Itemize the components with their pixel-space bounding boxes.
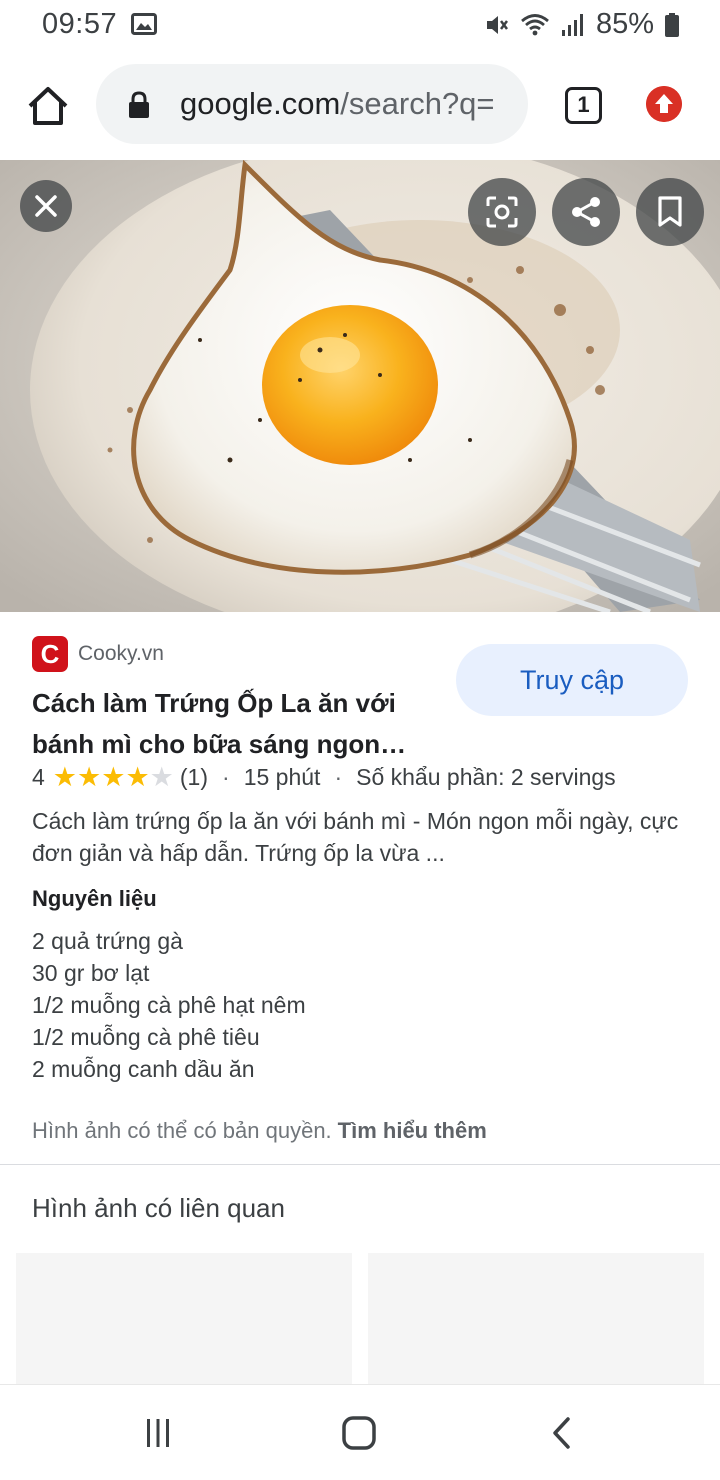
bookmark-icon xyxy=(658,196,682,227)
ingredient-item: 1/2 muỗng cà phê tiêu xyxy=(32,1024,260,1050)
url-text: google.com/search?q= xyxy=(180,86,495,122)
copyright-notice: Hình ảnh có thể có bản quyền. Tìm hiểu th… xyxy=(32,1118,487,1144)
ingredient-item: 30 gr bơ lạt xyxy=(32,960,150,986)
cook-time: 15 phút xyxy=(243,764,321,790)
lens-icon xyxy=(486,196,518,228)
separator: · xyxy=(222,764,230,790)
copyright-text: Hình ảnh có thể có bản quyền. xyxy=(32,1118,332,1143)
ingredients-list: 2 quả trứng gà 30 gr bơ lạt 1/2 muỗng cà… xyxy=(32,925,306,1085)
recipe-meta: 4 ★ ★ ★ ★ ★ (1) · 15 phút · Số khẩu phần… xyxy=(32,764,616,791)
star-icon: ★ xyxy=(52,762,78,792)
mute-icon xyxy=(486,15,508,34)
result-description: Cách làm trứng ốp la ăn với bánh mì - Mó… xyxy=(32,808,679,866)
back-icon xyxy=(553,1417,570,1449)
servings: Số khẩu phần: 2 servings xyxy=(356,764,616,790)
home-icon[interactable] xyxy=(24,82,72,130)
close-icon xyxy=(35,195,57,217)
update-icon[interactable] xyxy=(646,86,682,122)
status-icons: 85% xyxy=(484,8,680,41)
status-bar: 09:57 85% xyxy=(0,0,720,52)
share-button[interactable] xyxy=(552,178,620,246)
battery-percent: 85% xyxy=(595,8,654,40)
browser-toolbar: google.com/search?q= 1 xyxy=(0,52,720,160)
home-nav-button[interactable] xyxy=(337,1411,381,1455)
source-name: Cooky.vn xyxy=(78,642,164,665)
share-icon xyxy=(572,197,600,227)
close-button[interactable] xyxy=(20,180,72,232)
url-path: /search?q= xyxy=(340,86,495,121)
related-images-heading: Hình ảnh có liên quan xyxy=(32,1193,285,1223)
tab-switcher-button[interactable]: 1 xyxy=(565,87,602,124)
url-host: google.com xyxy=(180,86,341,121)
rating-value: 4 xyxy=(32,764,45,790)
lock-icon xyxy=(129,91,149,118)
learn-more-link[interactable]: Tìm hiểu thêm xyxy=(338,1118,487,1143)
star-icon: ★ xyxy=(149,762,174,792)
star-icon: ★ xyxy=(125,762,150,792)
related-image-tile[interactable] xyxy=(368,1253,704,1389)
status-time: 09:57 xyxy=(42,8,118,40)
ingredients-heading: Nguyên liệu xyxy=(32,886,157,911)
rating-stars: ★ ★ ★ ★ ★ xyxy=(53,764,174,791)
visit-button[interactable]: Truy cập xyxy=(456,644,688,716)
signal-icon xyxy=(561,13,583,36)
battery-icon xyxy=(665,12,679,37)
lens-button[interactable] xyxy=(468,178,536,246)
wifi-icon xyxy=(521,13,549,35)
recent-apps-button[interactable] xyxy=(136,1411,180,1455)
image-icon xyxy=(131,13,157,35)
separator: · xyxy=(334,764,343,790)
back-button[interactable] xyxy=(540,1411,584,1455)
star-icon: ★ xyxy=(101,762,126,792)
recent-apps-icon xyxy=(147,1419,169,1447)
system-nav-bar xyxy=(0,1384,720,1480)
source-row[interactable]: C Cooky.vn xyxy=(32,636,164,672)
related-image-tile[interactable] xyxy=(16,1253,352,1389)
ingredient-item: 2 quả trứng gà xyxy=(32,928,183,954)
result-image[interactable] xyxy=(0,160,720,612)
rating-count: (1) xyxy=(179,764,209,790)
home-nav-icon xyxy=(342,1416,376,1450)
ingredient-item: 2 muỗng canh dầu ăn xyxy=(32,1056,255,1082)
bookmark-button[interactable] xyxy=(636,178,704,246)
source-favicon: C xyxy=(32,636,68,672)
result-title[interactable]: Cách làm Trứng Ốp La ăn với bánh mì cho … xyxy=(32,683,442,765)
ingredient-item: 1/2 muỗng cà phê hạt nêm xyxy=(32,992,306,1018)
star-icon: ★ xyxy=(77,762,102,792)
address-bar[interactable]: google.com/search?q= xyxy=(96,64,528,144)
divider xyxy=(0,1164,720,1165)
